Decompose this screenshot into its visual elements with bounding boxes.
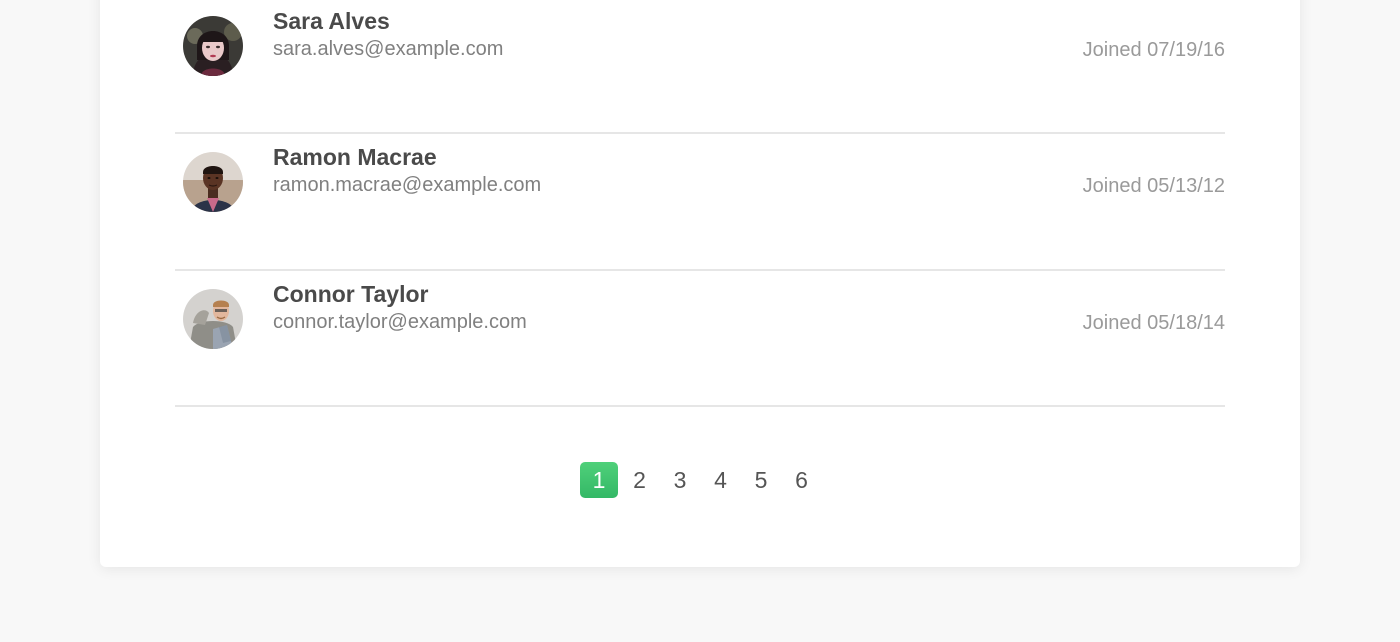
- join-date: Joined 07/19/16: [1082, 39, 1225, 61]
- user-email: connor.taylor@example.com: [273, 310, 527, 333]
- user-name: Sara Alves: [273, 8, 390, 34]
- user-avatar-icon: [183, 288, 243, 349]
- user-avatar-icon: [183, 152, 243, 212]
- page-button-2[interactable]: 2: [621, 462, 659, 498]
- join-date: Joined 05/13/12: [1082, 175, 1225, 197]
- user-row[interactable]: Sara Alves sara.alves@example.com Joined…: [175, 0, 1225, 134]
- avatar: [183, 288, 243, 349]
- page-button-3[interactable]: 3: [661, 462, 699, 498]
- page-button-5[interactable]: 5: [742, 462, 780, 498]
- user-email: ramon.macrae@example.com: [273, 174, 542, 196]
- page-button-6[interactable]: 6: [783, 462, 821, 498]
- page-button-4[interactable]: 4: [702, 462, 740, 498]
- user-avatar-icon: [183, 16, 243, 76]
- join-date: Joined 05/18/14: [1082, 311, 1225, 334]
- user-name: Ramon Macrae: [273, 144, 437, 170]
- avatar: [183, 152, 243, 212]
- avatar: [183, 16, 243, 76]
- user-list-card: Sara Alves sara.alves@example.com Joined…: [100, 0, 1300, 567]
- user-email: sara.alves@example.com: [273, 38, 504, 60]
- user-row[interactable]: Ramon Macrae ramon.macrae@example.com Jo…: [175, 134, 1225, 271]
- pagination: 1 2 3 4 5 6: [580, 462, 823, 498]
- user-list: Sara Alves sara.alves@example.com Joined…: [175, 0, 1225, 407]
- page-button-1[interactable]: 1: [580, 462, 618, 498]
- user-name: Connor Taylor: [273, 280, 429, 307]
- user-row[interactable]: Connor Taylor connor.taylor@example.com …: [175, 271, 1225, 407]
